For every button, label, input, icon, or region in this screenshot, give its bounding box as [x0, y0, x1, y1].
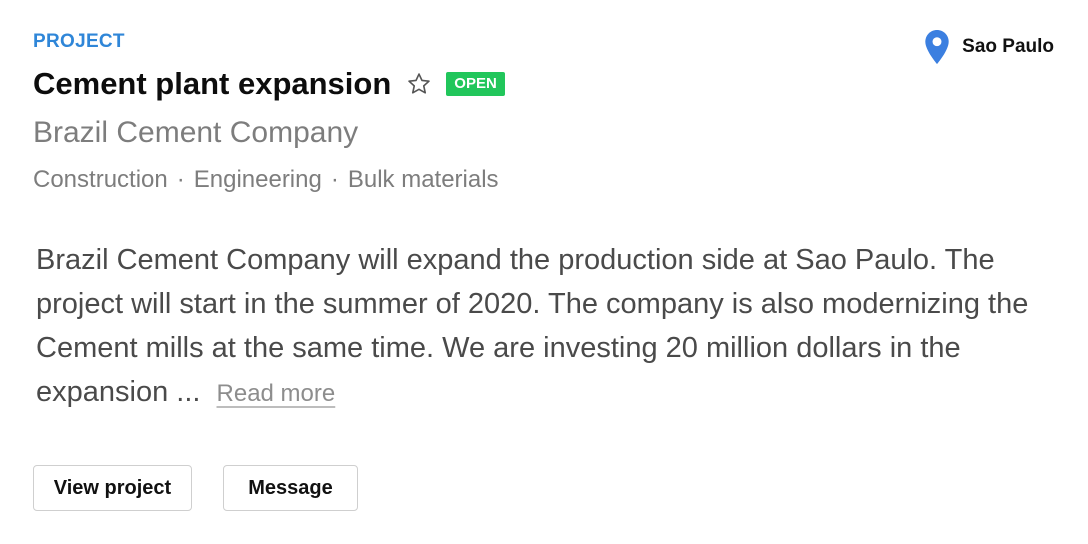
- tag-list: Construction · Engineering · Bulk materi…: [33, 164, 499, 196]
- star-icon[interactable]: [406, 71, 432, 97]
- project-description: Brazil Cement Company will expand the pr…: [36, 238, 1066, 416]
- tag: Engineering: [193, 166, 322, 193]
- company-name: Brazil Cement Company: [33, 116, 359, 149]
- tag-separator: ·: [330, 166, 339, 193]
- map-pin-icon: [925, 30, 949, 64]
- section-label: PROJECT: [33, 31, 125, 52]
- tag-separator: ·: [176, 166, 185, 193]
- status-badge: OPEN: [446, 72, 505, 96]
- message-button[interactable]: Message: [223, 465, 358, 511]
- title-row: Cement plant expansion OPEN: [33, 64, 505, 104]
- description-text: Brazil Cement Company will expand the pr…: [36, 244, 1029, 408]
- project-card: PROJECT Sao Paulo Cement plant expansion…: [0, 0, 1088, 544]
- action-bar: View project Message: [33, 465, 358, 511]
- tag: Bulk materials: [347, 166, 499, 193]
- tag: Construction: [33, 166, 168, 193]
- read-more-link[interactable]: Read more: [217, 380, 336, 407]
- project-title: Cement plant expansion: [33, 66, 392, 101]
- location-label: Sao Paulo: [962, 36, 1054, 57]
- view-project-button[interactable]: View project: [33, 465, 192, 511]
- location: Sao Paulo: [924, 30, 1054, 64]
